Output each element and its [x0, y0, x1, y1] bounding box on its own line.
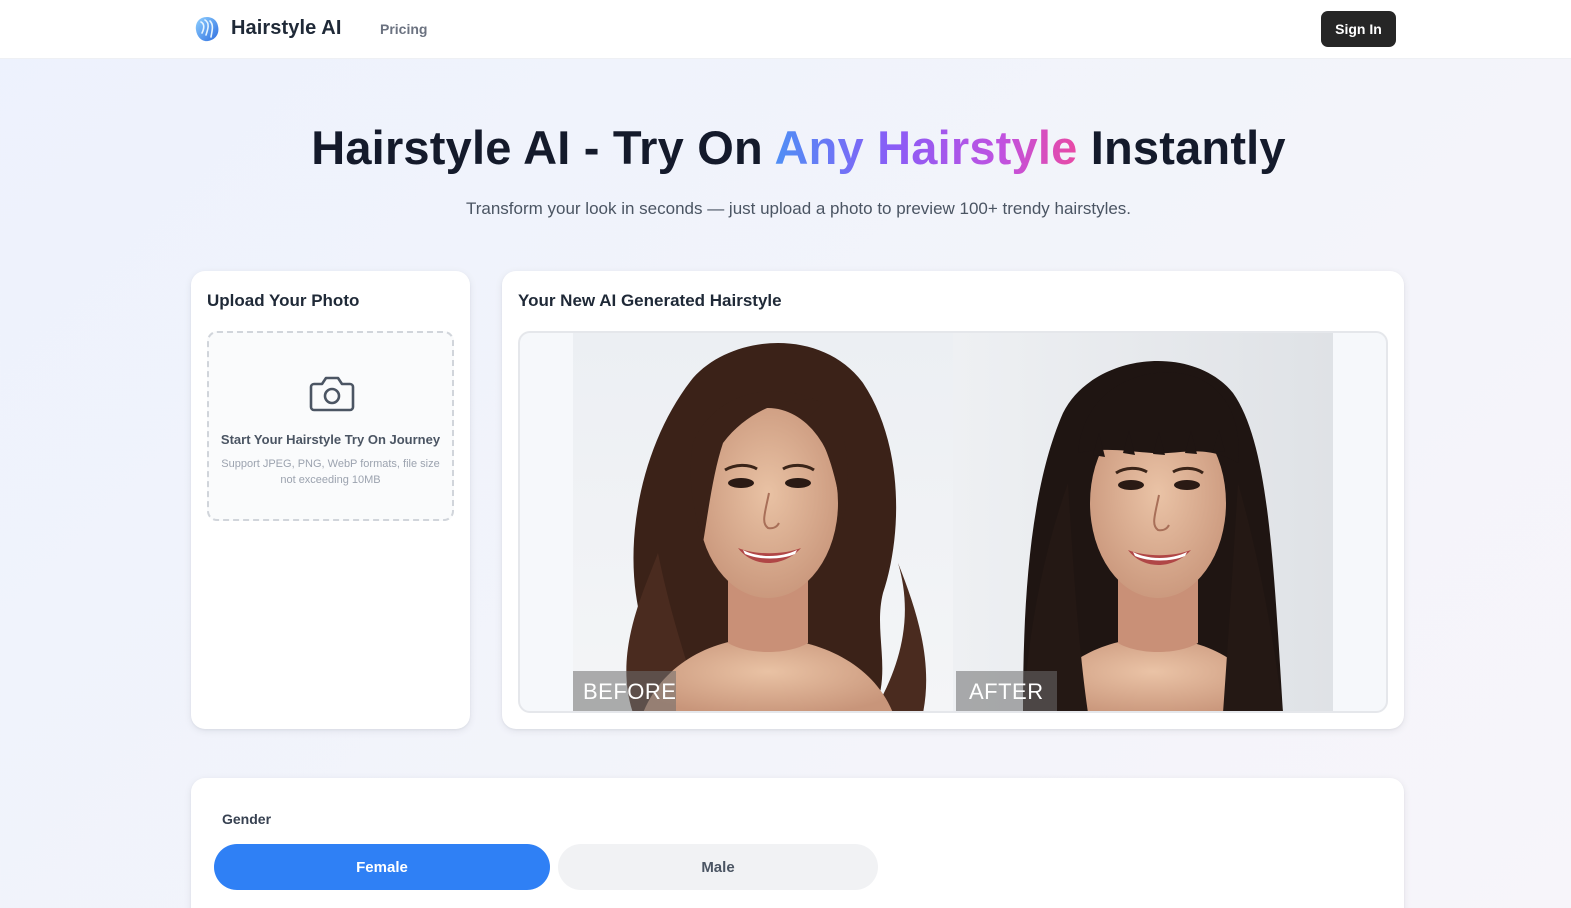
gender-male-button[interactable]: Male — [558, 844, 878, 890]
after-label: AFTER — [956, 671, 1057, 711]
dropzone-prompt: Start Your Hairstyle Try On Journey — [220, 432, 441, 447]
gender-label: Gender — [222, 811, 272, 827]
result-card: Your New AI Generated Hairstyle BEFORE A… — [502, 271, 1404, 729]
hero-title-start: Hairstyle AI - Try On — [311, 121, 775, 174]
gender-female-button[interactable]: Female — [214, 844, 550, 890]
brand-name[interactable]: Hairstyle AI — [231, 17, 342, 40]
result-card-title: Your New AI Generated Hairstyle — [518, 291, 782, 310]
after-photo: AFTER — [953, 333, 1333, 711]
upload-card-title: Upload Your Photo — [207, 291, 360, 310]
camera-icon — [309, 376, 355, 412]
dropzone-format-note: Support JPEG, PNG, WebP formats, file si… — [221, 458, 440, 486]
hair-wave-logo-icon[interactable] — [193, 15, 221, 43]
photo-dropzone[interactable]: Start Your Hairstyle Try On Journey Supp… — [207, 331, 454, 521]
before-after-preview: BEFORE AFTER — [518, 331, 1388, 713]
before-photo: BEFORE — [573, 333, 953, 711]
sign-in-button[interactable]: Sign In — [1321, 11, 1396, 47]
upload-card: Upload Your Photo Start Your Hairstyle T… — [191, 271, 470, 729]
top-navbar: Hairstyle AI Pricing Sign In — [0, 0, 1571, 59]
before-label: BEFORE — [573, 671, 676, 711]
hero-title-end: Instantly — [1077, 121, 1286, 174]
hero-title-highlight: Any Hairstyle — [774, 121, 1078, 174]
options-card: Gender Female Male — [191, 778, 1404, 908]
hero-subtitle: Transform your look in seconds — just up… — [465, 199, 1132, 218]
hero-title: Hairstyle AI - Try On Any Hairstyle Inst… — [0, 120, 1571, 175]
nav-link-pricing[interactable]: Pricing — [380, 21, 427, 37]
